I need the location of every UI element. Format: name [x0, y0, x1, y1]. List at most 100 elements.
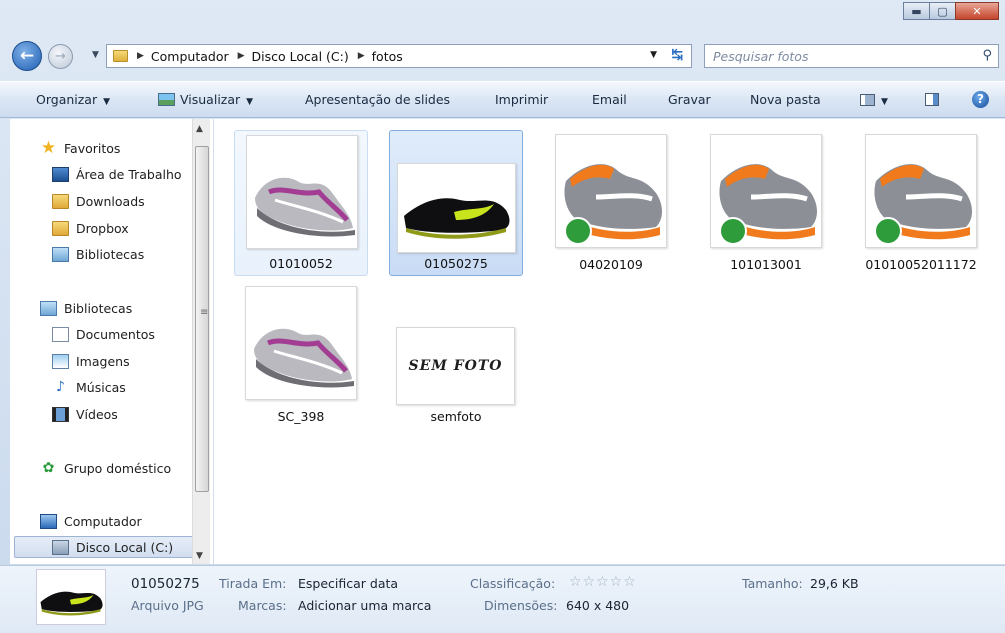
nav-music[interactable]: ♪ Músicas [52, 376, 126, 398]
nav-downloads-label: Downloads [76, 193, 145, 209]
file-tile[interactable]: 04020109 [544, 130, 678, 276]
burn-button[interactable]: Gravar [668, 92, 711, 107]
minimize-button[interactable]: ▬ [903, 2, 930, 20]
new-folder-button[interactable]: Nova pasta [750, 92, 821, 107]
size-label: Tamanho: [742, 576, 803, 591]
homegroup-icon: ✿ [42, 460, 55, 476]
nav-libraries[interactable]: Bibliotecas [40, 297, 132, 319]
dropbox-folder-icon [52, 220, 69, 236]
chevron-right-icon[interactable]: ▶ [238, 51, 245, 61]
no-photo-text: SEM FOTO [408, 358, 503, 374]
nav-local-disk[interactable]: Disco Local (C:) [14, 536, 194, 558]
chevron-down-icon: ▼ [103, 97, 111, 107]
nav-libraries-fav[interactable]: Bibliotecas [52, 243, 144, 265]
view-button[interactable]: Visualizar ▼ [158, 92, 253, 107]
caption-buttons: ▬ ▢ ✕ [903, 2, 999, 20]
nav-desktop[interactable]: Área de Trabalho [52, 163, 182, 185]
forward-button[interactable]: → [48, 44, 73, 69]
recent-pages-dropdown[interactable]: ▼ [92, 50, 99, 60]
nav-favorites-label: Favoritos [64, 140, 121, 156]
shoe-image [719, 164, 817, 245]
document-icon [52, 326, 69, 342]
file-list: 01010052 01050275 04020109 101013001 010… [214, 119, 1005, 564]
details-pane: 01050275 Arquivo JPG Tirada Em: Especifi… [0, 565, 1005, 633]
print-button[interactable]: Imprimir [495, 92, 548, 107]
help-icon: ? [972, 91, 989, 108]
picture-icon [52, 353, 69, 369]
back-button[interactable]: ← [12, 41, 42, 71]
change-view-button[interactable]: ▼ [860, 92, 888, 107]
refresh-icon[interactable]: ↹ [671, 47, 683, 63]
thumbnail [865, 134, 977, 248]
thumbnail [397, 163, 516, 253]
breadcrumb-computer[interactable]: Computador [151, 49, 229, 64]
nav-dropbox-label: Dropbox [76, 220, 129, 236]
preview-icon [158, 93, 175, 106]
nav-desktop-label: Área de Trabalho [76, 166, 182, 182]
address-dropdown-icon[interactable]: ▼ [650, 50, 657, 60]
breadcrumb-local-disk[interactable]: Disco Local (C:) [252, 49, 349, 64]
nav-documents[interactable]: Documentos [52, 323, 155, 345]
file-tile[interactable]: 01010052 [234, 130, 368, 276]
file-tile[interactable]: 101013001 [699, 130, 833, 276]
nav-images[interactable]: Imagens [52, 350, 130, 372]
nav-videos[interactable]: Vídeos [52, 403, 118, 425]
star-icon: ★ [40, 138, 57, 158]
file-tile[interactable]: SEM FOTO semfoto [389, 282, 523, 428]
preview-pane-button[interactable] [925, 92, 939, 107]
maximize-button[interactable]: ▢ [929, 2, 956, 20]
file-name: 04020109 [579, 257, 643, 272]
nav-documents-label: Documentos [76, 326, 155, 342]
nav-favorites[interactable]: ★ Favoritos [40, 137, 121, 159]
folder-icon [113, 50, 128, 62]
thumbnail [245, 286, 357, 400]
email-button[interactable]: Email [592, 92, 627, 107]
search-icon[interactable]: ⚲ [982, 48, 992, 63]
file-tile[interactable]: SC_398 [234, 282, 368, 428]
nav-libraries-label: Bibliotecas [64, 300, 133, 316]
music-note-icon: ♪ [56, 379, 65, 395]
nav-music-label: Músicas [76, 379, 126, 395]
organize-button[interactable]: Organizar ▼ [36, 92, 110, 107]
nav-homegroup[interactable]: ✿ Grupo doméstico [40, 457, 172, 479]
downloads-folder-icon [52, 193, 69, 209]
address-bar[interactable]: ▶ Computador ▶ Disco Local (C:) ▶ fotos … [106, 44, 692, 68]
thumbnail [555, 134, 667, 248]
navigation-pane: ★ Favoritos Área de Trabalho Downloads Dr… [10, 119, 214, 564]
grip-icon: ≡ [200, 307, 209, 318]
shoe-image [255, 177, 355, 237]
taken-value[interactable]: Especificar data [298, 576, 398, 591]
taken-label: Tirada Em: [219, 576, 287, 591]
breadcrumb-fotos[interactable]: fotos [372, 49, 403, 64]
thumbnail: SEM FOTO [396, 327, 515, 405]
library-icon [52, 246, 69, 262]
slideshow-button[interactable]: Apresentação de slides [305, 92, 450, 107]
computer-icon [40, 513, 57, 529]
nav-images-label: Imagens [76, 353, 130, 369]
command-bar: Organizar ▼ Visualizar ▼ Apresentação de s… [0, 81, 1005, 118]
close-button[interactable]: ✕ [955, 2, 999, 20]
file-name: 01010052011172 [865, 257, 977, 272]
thumbnail [710, 134, 822, 248]
search-input[interactable]: Pesquisar fotos ⚲ [704, 44, 999, 68]
file-tile-selected[interactable]: 01050275 [389, 130, 523, 276]
help-button[interactable]: ? [972, 91, 989, 108]
rating-stars[interactable]: ☆☆☆☆☆ [569, 574, 637, 590]
scroll-thumb[interactable] [195, 146, 209, 492]
chevron-right-icon[interactable]: ▶ [358, 51, 365, 61]
film-icon [52, 406, 69, 422]
nav-scrollbar[interactable]: ▲ ≡ ▼ [192, 119, 210, 564]
file-tile[interactable]: 01010052011172 [854, 130, 988, 276]
view-mode-icon [860, 94, 875, 106]
nav-downloads[interactable]: Downloads [52, 190, 145, 212]
chevron-down-icon: ▼ [881, 97, 888, 107]
nav-local-disk-label: Disco Local (C:) [76, 539, 174, 555]
rating-label: Classificação: [470, 576, 556, 591]
nav-dropbox[interactable]: Dropbox [52, 217, 129, 239]
scroll-down-icon[interactable]: ▼ [196, 551, 203, 561]
size-value: 29,6 KB [810, 576, 859, 591]
tags-value[interactable]: Adicionar uma marca [298, 598, 431, 613]
nav-computer[interactable]: Computador [40, 510, 142, 532]
chevron-right-icon: ▶ [137, 51, 144, 61]
scroll-up-icon[interactable]: ▲ [196, 124, 203, 134]
